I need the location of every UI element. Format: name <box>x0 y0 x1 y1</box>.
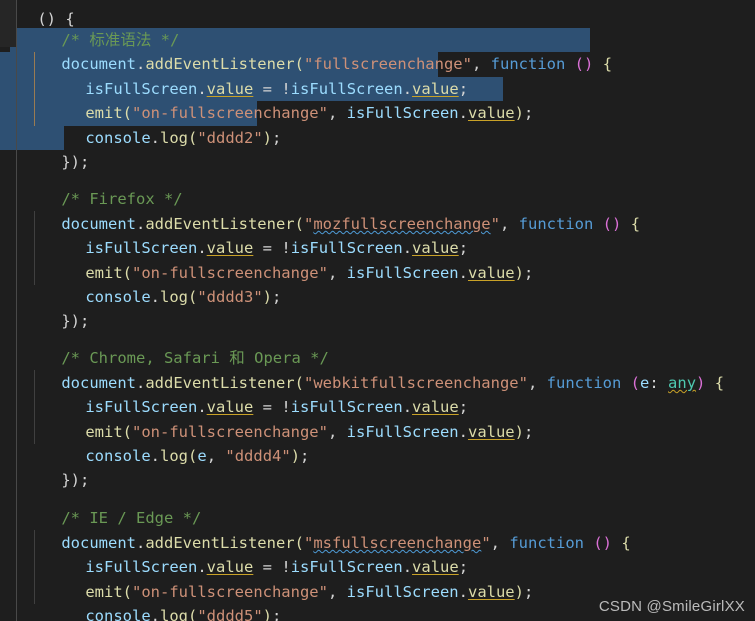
code-line-listener-standard[interactable]: document.addEventListener("fullscreencha… <box>0 28 755 73</box>
code-line-log-webkit[interactable]: console.log(e, "dddd4"); <box>0 420 755 465</box>
code-line-comment-webkit[interactable]: /* Chrome, Safari 和 Opera */ <box>0 322 755 367</box>
indent-guide-block1 <box>34 52 35 126</box>
code-line-comment-standard[interactable]: /* 标准语法 */ <box>0 4 755 49</box>
gutter-divider <box>16 0 17 621</box>
code-line-comment-msie[interactable]: /* IE / Edge */ <box>0 482 755 527</box>
code-line-close-firefox[interactable]: }); <box>0 285 755 330</box>
code-line-emit-msie[interactable]: emit("on-fullscreenchange", isFullScreen… <box>0 555 755 601</box>
code-line-assign-webkit[interactable]: isFullScreen.value = !isFullScreen.value… <box>0 371 755 416</box>
code-line-log-firefox[interactable]: console.log("dddd3"); <box>0 261 755 306</box>
code-line-assign-msie[interactable]: isFullScreen.value = !isFullScreen.value… <box>0 531 755 576</box>
code-line-close-standard[interactable]: }); <box>0 126 755 171</box>
code-line-comment-firefox[interactable]: /* Firefox */ <box>0 163 755 208</box>
code-line-emit-standard[interactable]: emit("on-fullscreenchange", isFullScreen… <box>0 77 755 122</box>
code-line-emit-webkit[interactable]: emit("on-fullscreenchange", isFullScreen… <box>0 395 755 441</box>
indent-guide-block2 <box>34 211 35 285</box>
code-line-log-standard[interactable]: console.log("dddd2"); <box>0 101 755 147</box>
code-line-listener-msie[interactable]: document.addEventListener("msfullscreenc… <box>0 506 755 552</box>
watermark: CSDN @SmileGirlXX <box>598 598 745 615</box>
code-line-listener-firefox[interactable]: document.addEventListener("mozfullscreen… <box>0 187 755 233</box>
code-line-emit-firefox[interactable]: emit("on-fullscreenchange", isFullScreen… <box>0 236 755 282</box>
indent-guide-block3 <box>34 370 35 444</box>
indent-guide-block4 <box>34 530 35 604</box>
code-line-assign-standard[interactable]: isFullScreen.value = !isFullScreen.value… <box>0 52 755 98</box>
code-editor[interactable]: () { /* 标准语法 */ document.addEventListene… <box>0 0 755 621</box>
code-line-assign-firefox[interactable]: isFullScreen.value = !isFullScreen.value… <box>0 212 755 257</box>
editor-gutter <box>0 0 16 47</box>
code-line-listener-webkit[interactable]: document.addEventListener("webkitfullscr… <box>0 346 755 392</box>
code-line-close-webkit[interactable]: }); <box>0 444 755 489</box>
